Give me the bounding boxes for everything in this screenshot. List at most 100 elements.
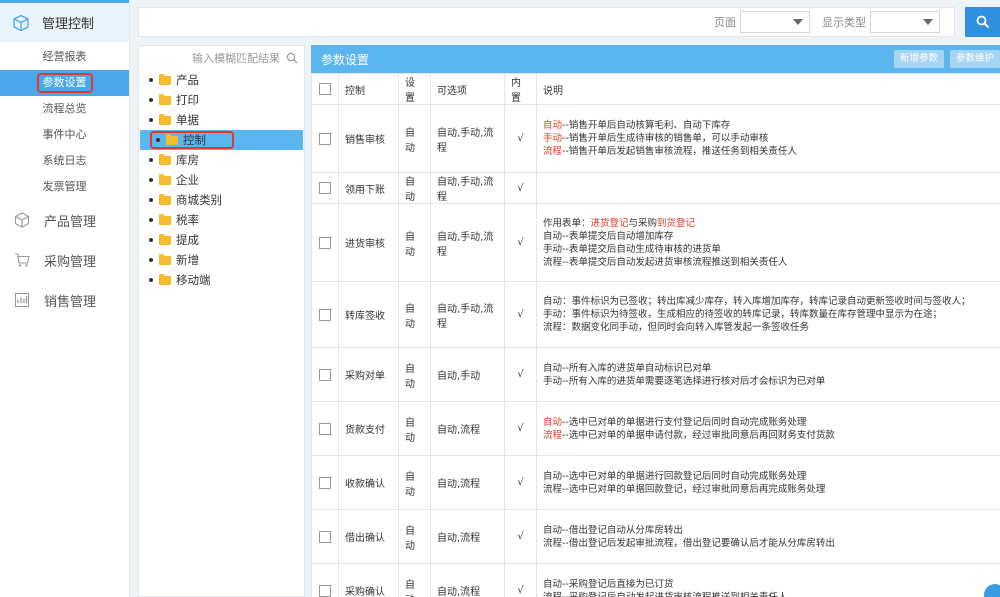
cube-icon <box>12 14 30 32</box>
desc-line: 自动：事件标识为已签收；转出库减少库存，转入库增加库存，转库记录自动更新签收时间… <box>543 295 994 308</box>
type-select[interactable] <box>870 11 940 33</box>
tree-node[interactable]: 提成 <box>139 230 304 250</box>
folder-icon <box>159 173 171 185</box>
tree-node[interactable]: 税率 <box>139 210 304 230</box>
table-row[interactable]: 采购对单 自动 自动,手动 √ 自动--所有入库的进货单自动标识已对单 手动--所有入库的… <box>311 347 1000 402</box>
desc-line: 流程：数据变化同手动，但同时会向转入库管发起一条签收任务 <box>543 321 994 334</box>
desc-text: 进货登记 <box>590 217 629 229</box>
desc-line: 手动--所有入库的进货单需要逐笔选择进行核对后才会标识为已对单 <box>543 375 994 388</box>
bullet-icon <box>149 218 153 222</box>
desc-text: 到货登记 <box>657 217 696 229</box>
desc-text: 作用表单： <box>543 217 591 229</box>
tree-search-input[interactable]: 输入模糊匹配结果 <box>139 46 304 70</box>
desc-line: 流程--采购登记后自动发起进货审核流程推送到相关责任人 <box>543 591 994 597</box>
desc-text: 自动：事件标识为已签收；转出库减少库存，转入库增加库存，转库记录自动更新签收时间… <box>543 296 971 307</box>
cell-desc: 自动--销售开单后自动核算毛利、自动下库存 手动--销售开单后生成待审核的销售单，… <box>536 104 1000 173</box>
row-checkbox[interactable] <box>319 132 331 145</box>
tree-node[interactable]: 商城类别 <box>139 190 304 210</box>
cell-desc: 自动--借出登记自动从分库房转出 流程--借出登记后发起审批流程，借出登记要确认后… <box>536 509 1000 564</box>
cell-control: 采购对单 <box>338 347 399 402</box>
cart-icon <box>14 252 30 268</box>
desc-text: 自动--表单提交后自动增加库存 <box>543 230 674 242</box>
select-all-checkbox[interactable] <box>319 83 331 95</box>
desc-line: 作用表单：进货登记与采购到货登记 <box>543 217 994 230</box>
desc-text: 与采购 <box>628 217 658 229</box>
table-row[interactable]: 收款确认 自动 自动,流程 √ 自动--选中已对单的单据进行回款登记后同时自动完成账务处… <box>311 455 1000 510</box>
nav-module-sales[interactable]: 销售管理 <box>0 280 129 320</box>
tree-node[interactable]: 移动端 <box>139 270 304 290</box>
table-row[interactable]: 进货审核 自动 自动,手动,流程 √ 作用表单：进货登记与采购到货登记 自动--表单提交后… <box>311 203 1000 282</box>
desc-line: 手动：事件标识为待签收，生成相应的待签收的转库记录，转库数量在库存管理中显示为在… <box>543 308 994 321</box>
desc-text: --销售开单后生成待审核的销售单，可以手动审核 <box>562 133 769 144</box>
folder-icon <box>159 193 171 205</box>
submenu-item-params[interactable]: 参数设置 <box>0 70 129 96</box>
chevron-down-icon <box>923 19 933 25</box>
nav-module-products[interactable]: 产品管理 <box>0 200 129 240</box>
cell-control: 货款支付 <box>338 401 399 456</box>
tree-node[interactable]: 打印 <box>139 90 304 110</box>
search-button[interactable] <box>965 7 1000 37</box>
bullet-icon <box>149 198 153 202</box>
cell-setting: 自动 <box>398 563 431 597</box>
cell-desc: 自动--选中已对单的单据进行回款登记后同时自动完成账务处理 流程--选中已对单的单… <box>536 455 1000 510</box>
bullet-icon <box>149 78 153 82</box>
row-checkbox[interactable] <box>319 476 331 489</box>
cell-options: 自动,流程 <box>430 455 505 510</box>
cell-options: 自动,手动,流程 <box>430 281 505 348</box>
cell-setting: 自动 <box>398 455 431 510</box>
table-header-row: 控制 设置 可选项 内置 说明 <box>311 73 1000 105</box>
tree-node[interactable]: 企业 <box>139 170 304 190</box>
desc-text: --销售开单后自动核算毛利、自动下库存 <box>562 120 731 131</box>
type-select-label: 显示类型 <box>822 16 866 29</box>
col-header-control: 控制 <box>338 73 399 105</box>
tree-node[interactable]: 新增 <box>139 250 304 270</box>
tree-node[interactable]: 库房 <box>139 150 304 170</box>
submenu-item-flow[interactable]: 流程总览 <box>0 96 129 122</box>
cell-control: 收款确认 <box>338 455 399 510</box>
row-checkbox[interactable] <box>319 182 331 194</box>
row-checkbox[interactable] <box>319 422 331 435</box>
maintain-param-button[interactable]: 参数维护 <box>949 50 1000 68</box>
row-checkbox[interactable] <box>319 584 331 597</box>
table-row[interactable]: 转库签收 自动 自动,手动,流程 √ 自动：事件标识为已签收；转出库减少库存，转入库增加… <box>311 281 1000 348</box>
cell-builtin: √ <box>504 455 537 510</box>
cell-desc <box>536 172 1000 204</box>
row-checkbox[interactable] <box>319 530 331 543</box>
page-select[interactable] <box>740 11 810 33</box>
tree-node-selected[interactable]: 控制 <box>140 130 303 150</box>
col-header-setting: 设置 <box>398 73 431 105</box>
cell-control: 采购确认 <box>338 563 399 597</box>
search-icon <box>976 15 989 29</box>
cell-builtin: √ <box>504 563 537 597</box>
table-row[interactable]: 领用下账 自动 自动,手动,流程 √ <box>311 172 1000 204</box>
row-checkbox[interactable] <box>319 308 331 321</box>
desc-text: 流程--借出登记后发起审批流程，借出登记要确认后才能从分库房转出 <box>543 537 835 549</box>
col-header-desc: 说明 <box>536 73 1000 105</box>
cell-setting: 自动 <box>398 203 431 282</box>
cell-builtin: √ <box>504 281 537 348</box>
tree-node[interactable]: 单据 <box>139 110 304 130</box>
add-param-button[interactable]: 新增参数 <box>893 50 944 68</box>
tree-node[interactable]: 产品 <box>139 70 304 90</box>
submenu-item-logs[interactable]: 系统日志 <box>0 148 129 174</box>
table-row[interactable]: 货款支付 自动 自动,流程 √ 自动--选中已对单的单据进行支付登记后同时自动完成账务处… <box>311 401 1000 456</box>
submenu-item-reports[interactable]: 经营报表 <box>0 44 129 70</box>
submenu-item-events[interactable]: 事件中心 <box>0 122 129 148</box>
table-row[interactable]: 采购确认自动自动,流程√ 自动--采购登记后直接为已订货流程--采购登记后自动发起… <box>311 563 1000 597</box>
desc-text: 流程--选中已对单的单据回款登记，经过审批同意后再完成账务处理 <box>543 483 826 495</box>
desc-line: 流程--表单提交后自动发起进货审核流程推送到相关责任人 <box>543 256 994 269</box>
nav-module-purchase[interactable]: 采购管理 <box>0 240 129 280</box>
nav-module-admin[interactable]: 管理控制 <box>0 0 129 42</box>
left-nav: 管理控制 经营报表 参数设置 流程总览 事件中心 系统日志 发票管理 产品管理 … <box>0 0 130 597</box>
folder-icon <box>166 133 178 145</box>
row-checkbox[interactable] <box>319 368 331 381</box>
table-row[interactable]: 销售审核 自动 自动,手动,流程 √ 自动--销售开单后自动核算毛利、自动下库存 手动--… <box>311 104 1000 173</box>
table-row[interactable]: 借出确认 自动 自动,流程 √ 自动--借出登记自动从分库房转出 流程--借出登记后发起审… <box>311 509 1000 564</box>
submenu-item-invoices[interactable]: 发票管理 <box>0 174 129 200</box>
params-table: 控制 设置 可选项 内置 说明 销售审核 自动 自动,手动,流程 √ 自动--销售开单后… <box>311 73 1000 597</box>
desc-line: 自动--采购登记后直接为已订货 <box>543 578 994 591</box>
row-checkbox[interactable] <box>319 236 331 249</box>
cell-setting: 自动 <box>398 172 431 204</box>
cell-options: 自动,流程 <box>430 563 505 597</box>
cell-builtin: √ <box>504 104 537 173</box>
